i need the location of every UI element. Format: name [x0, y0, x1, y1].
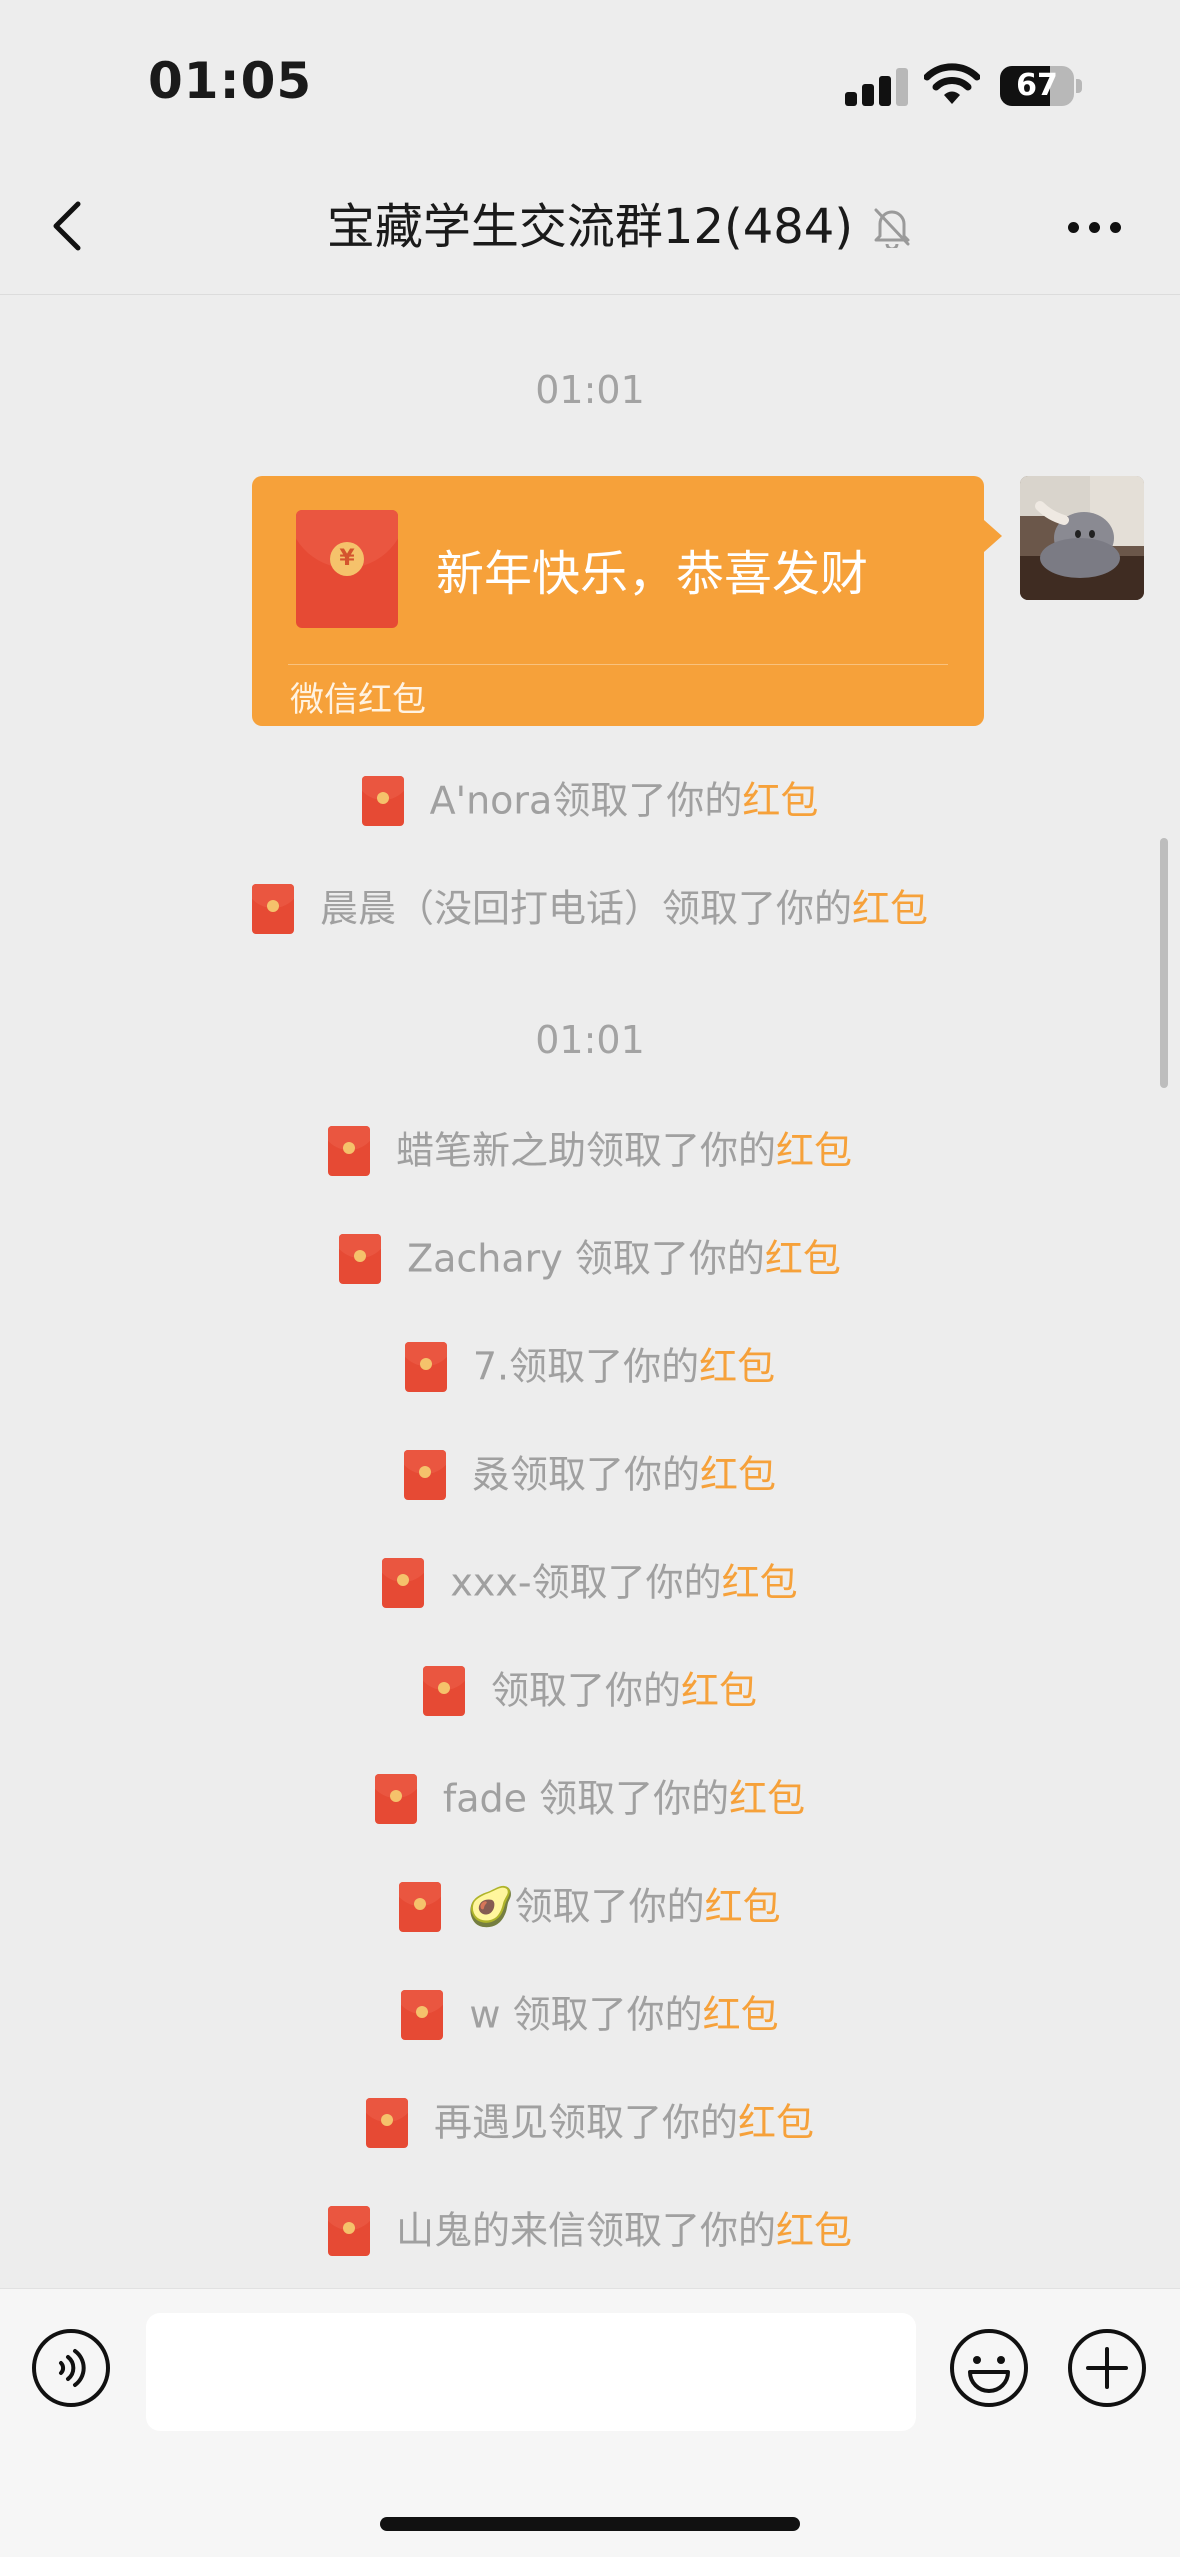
scrollbar[interactable] — [1160, 838, 1168, 1088]
chat-header: 宝藏学生交流群12(484) — [0, 170, 1180, 295]
claim-action-text: 领取了你的 — [509, 1452, 700, 1497]
claimer-name: 🥑 — [467, 1884, 515, 1929]
signal-icon — [845, 68, 909, 106]
red-packet-claim-notice: fade 领取了你的红包 — [0, 1768, 1180, 1824]
battery-level-text: 67 — [1016, 68, 1058, 103]
red-packet-claim-notice: 山鬼的来信领取了你的红包 — [0, 2200, 1180, 2256]
mute-bell-icon — [870, 204, 914, 251]
red-packet-claim-notice: 叒领取了你的红包 — [0, 1444, 1180, 1500]
avatar[interactable] — [1020, 476, 1144, 600]
red-packet-claim-notice: 再遇见领取了你的红包 — [0, 2092, 1180, 2148]
bubble-tail — [984, 520, 1002, 552]
red-packet-claim-notice: w 领取了你的红包 — [0, 1984, 1180, 2040]
claim-action-text: 领取了你的 — [509, 1344, 700, 1389]
battery-icon: 67 — [1000, 66, 1074, 106]
red-packet-link[interactable]: 红包 — [776, 2209, 852, 2253]
status-time: 01:05 — [148, 52, 313, 110]
red-packet-icon — [361, 775, 404, 826]
claim-action-text: 领取了你的 — [514, 1884, 705, 1929]
home-indicator — [380, 2517, 800, 2531]
red-packet-icon — [339, 1233, 382, 1284]
claim-action-text: 领取了你的 — [547, 2100, 738, 2145]
red-packet-label: 微信红包 — [290, 680, 426, 720]
red-packet-link[interactable]: 红包 — [738, 2101, 814, 2145]
red-packet-icon — [365, 2097, 408, 2148]
more-dot — [1110, 222, 1121, 233]
claimer-name: 叒 — [471, 1452, 510, 1497]
voice-icon — [32, 2329, 110, 2407]
red-packet-claim-notice: xxx-领取了你的红包 — [0, 1552, 1180, 1608]
claimer-name: 山鬼的来信 — [395, 2208, 586, 2253]
red-packet-link[interactable]: 红包 — [729, 1777, 805, 1821]
red-packet-link[interactable]: 红包 — [776, 1129, 852, 1173]
claim-action-text: 领取了你的 — [531, 1560, 722, 1605]
red-packet-link[interactable]: 红包 — [681, 1669, 757, 1713]
red-packet-icon — [403, 1449, 446, 1500]
claim-action-text: 领取了你的 — [574, 1236, 765, 1281]
more-dot — [1089, 222, 1100, 233]
claimer-name: 晨晨（没回打电话） — [319, 886, 662, 931]
plus-icon — [1068, 2329, 1146, 2407]
red-packet-link[interactable]: 红包 — [742, 779, 818, 823]
claim-action-text: 领取了你的 — [490, 1668, 681, 1713]
claimer-name: 7. — [472, 1344, 510, 1389]
claim-action-text: 领取了你的 — [585, 2208, 776, 2253]
red-packet-icon — [401, 1989, 444, 2040]
red-packet-icon — [374, 1773, 417, 1824]
red-packet-claim-notice: 7.领取了你的红包 — [0, 1336, 1180, 1392]
claimer-name: Zachary — [407, 1236, 575, 1281]
claim-action-text: 领取了你的 — [585, 1128, 776, 1173]
red-packet-link[interactable]: 红包 — [699, 1345, 775, 1389]
claimer-name: w — [469, 1992, 513, 2037]
red-packet-claim-notice: 领取了你的红包 — [0, 1660, 1180, 1716]
claimer-name: 蜡笔新之助 — [395, 1128, 586, 1173]
red-packet-icon — [399, 1881, 442, 1932]
claimer-name: 再遇见 — [433, 2100, 548, 2145]
message-timestamp: 01:01 — [535, 368, 645, 412]
red-packet-icon: ¥ — [296, 510, 398, 628]
red-packet-icon — [382, 1557, 425, 1608]
voice-button[interactable] — [30, 2327, 112, 2409]
claim-action-text: 领取了你的 — [552, 778, 743, 823]
chat-title: 宝藏学生交流群12(484) — [326, 199, 854, 255]
red-packet-icon — [422, 1665, 465, 1716]
claim-action-text: 领取了你的 — [661, 886, 852, 931]
red-packet-link[interactable]: 红包 — [700, 1453, 776, 1497]
red-packet-link[interactable]: 红包 — [765, 1237, 841, 1281]
red-packet-link[interactable]: 红包 — [703, 1993, 779, 2037]
claim-action-text: 领取了你的 — [512, 1992, 703, 2037]
battery-tip — [1076, 79, 1082, 93]
red-packet-bubble[interactable]: ¥ 新年快乐，恭喜发财 微信红包 — [252, 476, 984, 726]
red-packet-claim-notice: A'nora领取了你的红包 — [0, 770, 1180, 826]
red-packet-icon — [404, 1341, 447, 1392]
red-packet-icon — [251, 883, 294, 934]
red-packet-greeting: 新年快乐，恭喜发财 — [436, 546, 869, 602]
red-packet-claim-notice: 晨晨（没回打电话）领取了你的红包 — [0, 878, 1180, 934]
plus-button[interactable] — [1066, 2327, 1148, 2409]
emoji-button[interactable] — [948, 2327, 1030, 2409]
red-packet-claim-notice: 🥑领取了你的红包 — [0, 1876, 1180, 1932]
red-packet-icon — [327, 1125, 370, 1176]
emoji-icon — [950, 2329, 1028, 2407]
claimer-name: fade — [442, 1776, 540, 1821]
wifi-icon — [923, 62, 981, 106]
claimer-name: xxx- — [450, 1560, 532, 1605]
red-packet-link[interactable]: 红包 — [705, 1885, 781, 1929]
more-dot — [1068, 222, 1079, 233]
red-packet-icon — [327, 2205, 370, 2256]
message-timestamp: 01:01 — [535, 1018, 645, 1062]
claim-action-text: 领取了你的 — [539, 1776, 730, 1821]
claimer-name: A'nora — [429, 778, 553, 823]
red-packet-claim-notice: 蜡笔新之助领取了你的红包 — [0, 1120, 1180, 1176]
red-packet-link[interactable]: 红包 — [722, 1561, 798, 1605]
message-input[interactable] — [146, 2313, 916, 2431]
input-bar — [0, 2288, 1180, 2557]
divider — [288, 664, 948, 665]
more-button[interactable] — [1060, 198, 1130, 258]
status-bar: 01:05 67 — [0, 0, 1180, 170]
red-packet-link[interactable]: 红包 — [852, 887, 928, 931]
red-packet-claim-notice: Zachary 领取了你的红包 — [0, 1228, 1180, 1284]
